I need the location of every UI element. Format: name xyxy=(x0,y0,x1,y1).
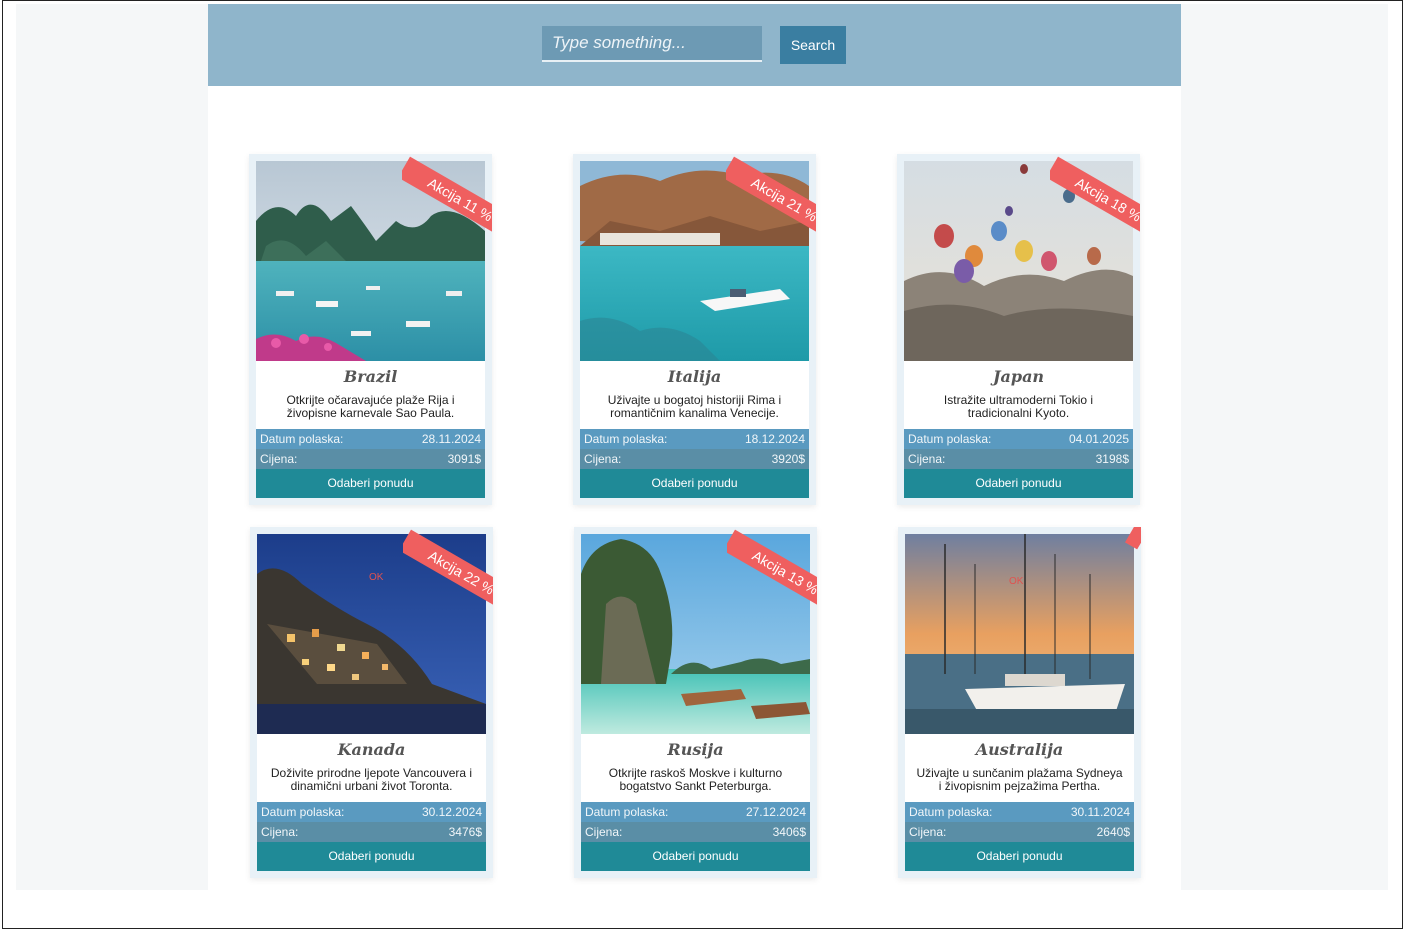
price-row: Cijena: 3920$ xyxy=(580,449,809,469)
price-row: Cijena: 2640$ xyxy=(905,822,1134,842)
price-label: Cijena: xyxy=(584,452,622,466)
departure-date-value: 30.11.2024 xyxy=(1070,805,1130,819)
offer-card-body: Akcija 21 % Italija Uživajte u bogatoj h… xyxy=(580,156,816,498)
offer-card-body: OK Australija Uživajte u sunčanim plažam… xyxy=(905,527,1141,871)
select-offer-button[interactable]: Odaberi ponudu xyxy=(257,842,486,871)
search-input[interactable] xyxy=(542,26,762,62)
offer-description: Uživajte u sunčanim plažama Sydneya i ži… xyxy=(916,766,1123,793)
select-offer-button[interactable]: Odaberi ponudu xyxy=(904,469,1133,498)
departure-date-row: Datum polaska: 04.01.2025 xyxy=(904,429,1133,449)
ok-marker: OK xyxy=(369,572,384,583)
price-value: 3920$ xyxy=(771,452,805,466)
departure-date-row: Datum polaska: 28.11.2024 xyxy=(256,429,485,449)
offer-description: Otkrijte očaravajuće plaže Rija i živopi… xyxy=(286,393,455,420)
departure-date-value: 28.11.2024 xyxy=(421,432,481,446)
offer-image xyxy=(904,161,1133,361)
offer-card-kanada: OK Akcija 22 % Kanada Doživite prirodne … xyxy=(250,527,493,878)
select-offer-button[interactable]: Odaberi ponudu xyxy=(581,842,810,871)
price-label: Cijena: xyxy=(261,825,299,839)
offer-card-rusija: Akcija 13 % Rusija Otkrijte raskoš Moskv… xyxy=(574,527,817,878)
offer-title: Italija xyxy=(667,367,722,386)
offer-card-body: Akcija 13 % Rusija Otkrijte raskoš Moskv… xyxy=(581,529,817,871)
departure-date-row: Datum polaska: 30.11.2024 xyxy=(905,802,1134,822)
offer-image xyxy=(257,534,486,734)
departure-date-label: Datum polaska: xyxy=(584,432,668,446)
offer-card-brazil: Akcija 11 % Brazil Otkrijte očaravajuće … xyxy=(249,154,492,505)
departure-date-value: 18.12.2024 xyxy=(744,432,805,446)
offer-card-japan: Akcija 18 % Japan Istražite ultramoderni… xyxy=(897,154,1140,505)
departure-date-row: Datum polaska: 30.12.2024 xyxy=(257,802,486,822)
offer-card-italija: Akcija 21 % Italija Uživajte u bogatoj h… xyxy=(573,154,816,505)
offer-card-australija: OK Australija Uživajte u sunčanim plažam… xyxy=(898,527,1141,878)
price-value: 3476$ xyxy=(448,825,482,839)
offer-image xyxy=(256,161,485,361)
offer-image xyxy=(580,161,809,361)
select-offer-button[interactable]: Odaberi ponudu xyxy=(905,842,1134,871)
price-value: 2640$ xyxy=(1096,825,1130,839)
offer-description: Uživajte u bogatoj historiji Rima i roma… xyxy=(607,393,782,420)
select-offer-button[interactable]: Odaberi ponudu xyxy=(256,469,485,498)
departure-date-label: Datum polaska: xyxy=(585,805,669,819)
search-button[interactable]: Search xyxy=(780,26,846,64)
departure-date-row: Datum polaska: 18.12.2024 xyxy=(580,429,809,449)
offer-card-body: Akcija 11 % Brazil Otkrijte očaravajuće … xyxy=(256,156,492,498)
main-container: Search xyxy=(208,4,1181,890)
price-label: Cijena: xyxy=(908,452,946,466)
price-label: Cijena: xyxy=(260,452,298,466)
offer-image xyxy=(581,534,810,734)
offer-description: Otkrijte raskoš Moskve i kulturno bogats… xyxy=(608,766,783,793)
offer-title: Brazil xyxy=(343,367,398,386)
offer-card-body: OK Akcija 22 % Kanada Doživite prirodne … xyxy=(257,529,493,871)
price-value: 3091$ xyxy=(447,452,481,466)
select-offer-button[interactable]: Odaberi ponudu xyxy=(580,469,809,498)
price-label: Cijena: xyxy=(909,825,947,839)
offer-title: Rusija xyxy=(667,740,724,759)
departure-date-value: 30.12.2024 xyxy=(421,805,482,819)
price-row: Cijena: 3091$ xyxy=(256,449,485,469)
offer-title: Australija xyxy=(975,740,1064,759)
departure-date-label: Datum polaska: xyxy=(909,805,993,819)
departure-date-row: Datum polaska: 27.12.2024 xyxy=(581,802,810,822)
search-header: Search xyxy=(208,4,1181,86)
price-value: 3406$ xyxy=(772,825,806,839)
offer-title: Japan xyxy=(992,367,1045,386)
offer-image xyxy=(905,534,1134,734)
offer-description: Doživite prirodne ljepote Vancouvera i d… xyxy=(270,766,473,793)
price-label: Cijena: xyxy=(585,825,623,839)
departure-date-value: 04.01.2025 xyxy=(1068,432,1129,446)
price-row: Cijena: 3406$ xyxy=(581,822,810,842)
price-row: Cijena: 3476$ xyxy=(257,822,486,842)
offer-card-body: Akcija 18 % Japan Istražite ultramoderni… xyxy=(904,156,1140,498)
offer-description: Istražite ultramoderni Tokio i tradicion… xyxy=(943,393,1094,420)
departure-date-label: Datum polaska: xyxy=(908,432,992,446)
price-value: 3198$ xyxy=(1095,452,1129,466)
offer-title: Kanada xyxy=(337,740,406,759)
departure-date-label: Datum polaska: xyxy=(260,432,344,446)
ok-marker: OK xyxy=(1009,576,1024,587)
departure-date-value: 27.12.2024 xyxy=(745,805,806,819)
price-row: Cijena: 3198$ xyxy=(904,449,1133,469)
departure-date-label: Datum polaska: xyxy=(261,805,345,819)
